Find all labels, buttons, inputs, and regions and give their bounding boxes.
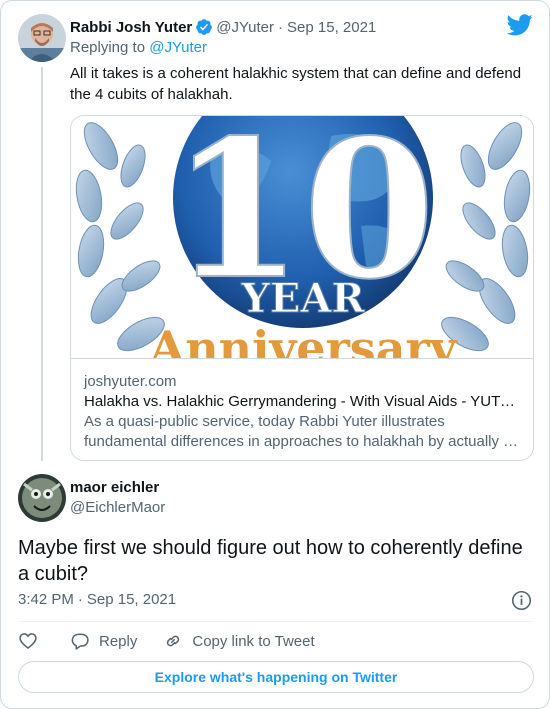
reply-label: Reply xyxy=(99,632,138,650)
parent-tweet-text: All it takes is a coherent halakhic syst… xyxy=(70,65,522,103)
card-description: As a quasi-public service, today Rabbi Y… xyxy=(84,412,522,452)
twitter-bird-icon[interactable] xyxy=(507,14,533,36)
reply-author-handle[interactable]: @EichlerMaor xyxy=(70,499,165,516)
link-card[interactable]: 10 YEAR Anniversary joshyuter.com Halakh… xyxy=(70,115,534,461)
action-bar: Reply Copy link to Tweet xyxy=(18,630,315,652)
author-handle[interactable]: @JYuter xyxy=(216,19,274,36)
replying-prefix: Replying to xyxy=(70,39,146,56)
explore-button[interactable]: Explore what's happening on Twitter xyxy=(18,661,534,693)
replying-to-link[interactable]: @JYuter xyxy=(149,39,207,56)
info-icon[interactable] xyxy=(511,590,532,611)
parent-header: Rabbi Josh Yuter @JYuter · Sep 15, 2021 xyxy=(70,17,376,37)
divider xyxy=(18,621,534,622)
separator-dot: · xyxy=(278,18,284,36)
tweet-embed: Rabbi Josh Yuter @JYuter · Sep 15, 2021 … xyxy=(0,0,550,709)
heart-icon xyxy=(19,633,37,650)
card-description-line: As a quasi-public service, today Rabbi Y… xyxy=(84,413,445,430)
card-title: Halakha vs. Halakhic Gerrymandering - Wi… xyxy=(84,393,522,410)
separator-dot: · xyxy=(77,591,83,608)
reply-button[interactable]: Reply xyxy=(70,631,137,651)
card-image: 10 YEAR Anniversary xyxy=(71,116,533,358)
tweet-timestamp[interactable]: 3:42 PM · Sep 15, 2021 xyxy=(18,591,176,608)
link-icon xyxy=(167,635,180,647)
card-domain: joshyuter.com xyxy=(84,373,177,390)
author-name[interactable]: Rabbi Josh Yuter xyxy=(70,19,192,36)
tweet-date[interactable]: Sep 15, 2021 xyxy=(87,591,176,608)
replying-to: Replying to @JYuter xyxy=(70,39,207,56)
verified-badge-icon xyxy=(196,19,213,35)
reply-author-name[interactable]: maor eichler xyxy=(70,479,159,496)
copy-link-label: Copy link to Tweet xyxy=(192,632,315,650)
card-image-word: YEAR xyxy=(240,275,365,322)
like-button[interactable] xyxy=(18,631,38,651)
author-avatar[interactable] xyxy=(18,14,66,62)
tweet-date[interactable]: Sep 15, 2021 xyxy=(287,19,376,36)
card-image-partial-word: Anniversary xyxy=(149,321,458,358)
card-description-line: fundamental differences in approaches to… xyxy=(84,433,522,450)
reply-bubble-icon xyxy=(71,633,89,650)
card-body[interactable]: joshyuter.com Halakha vs. Halakhic Gerry… xyxy=(71,358,533,460)
copy-link-button[interactable]: Copy link to Tweet xyxy=(163,631,315,651)
reply-tweet-text: Maybe first we should figure out how to … xyxy=(18,537,523,585)
tweet-time[interactable]: 3:42 PM xyxy=(18,591,74,608)
reply-author-avatar[interactable] xyxy=(18,474,66,522)
thread-line xyxy=(41,67,43,461)
